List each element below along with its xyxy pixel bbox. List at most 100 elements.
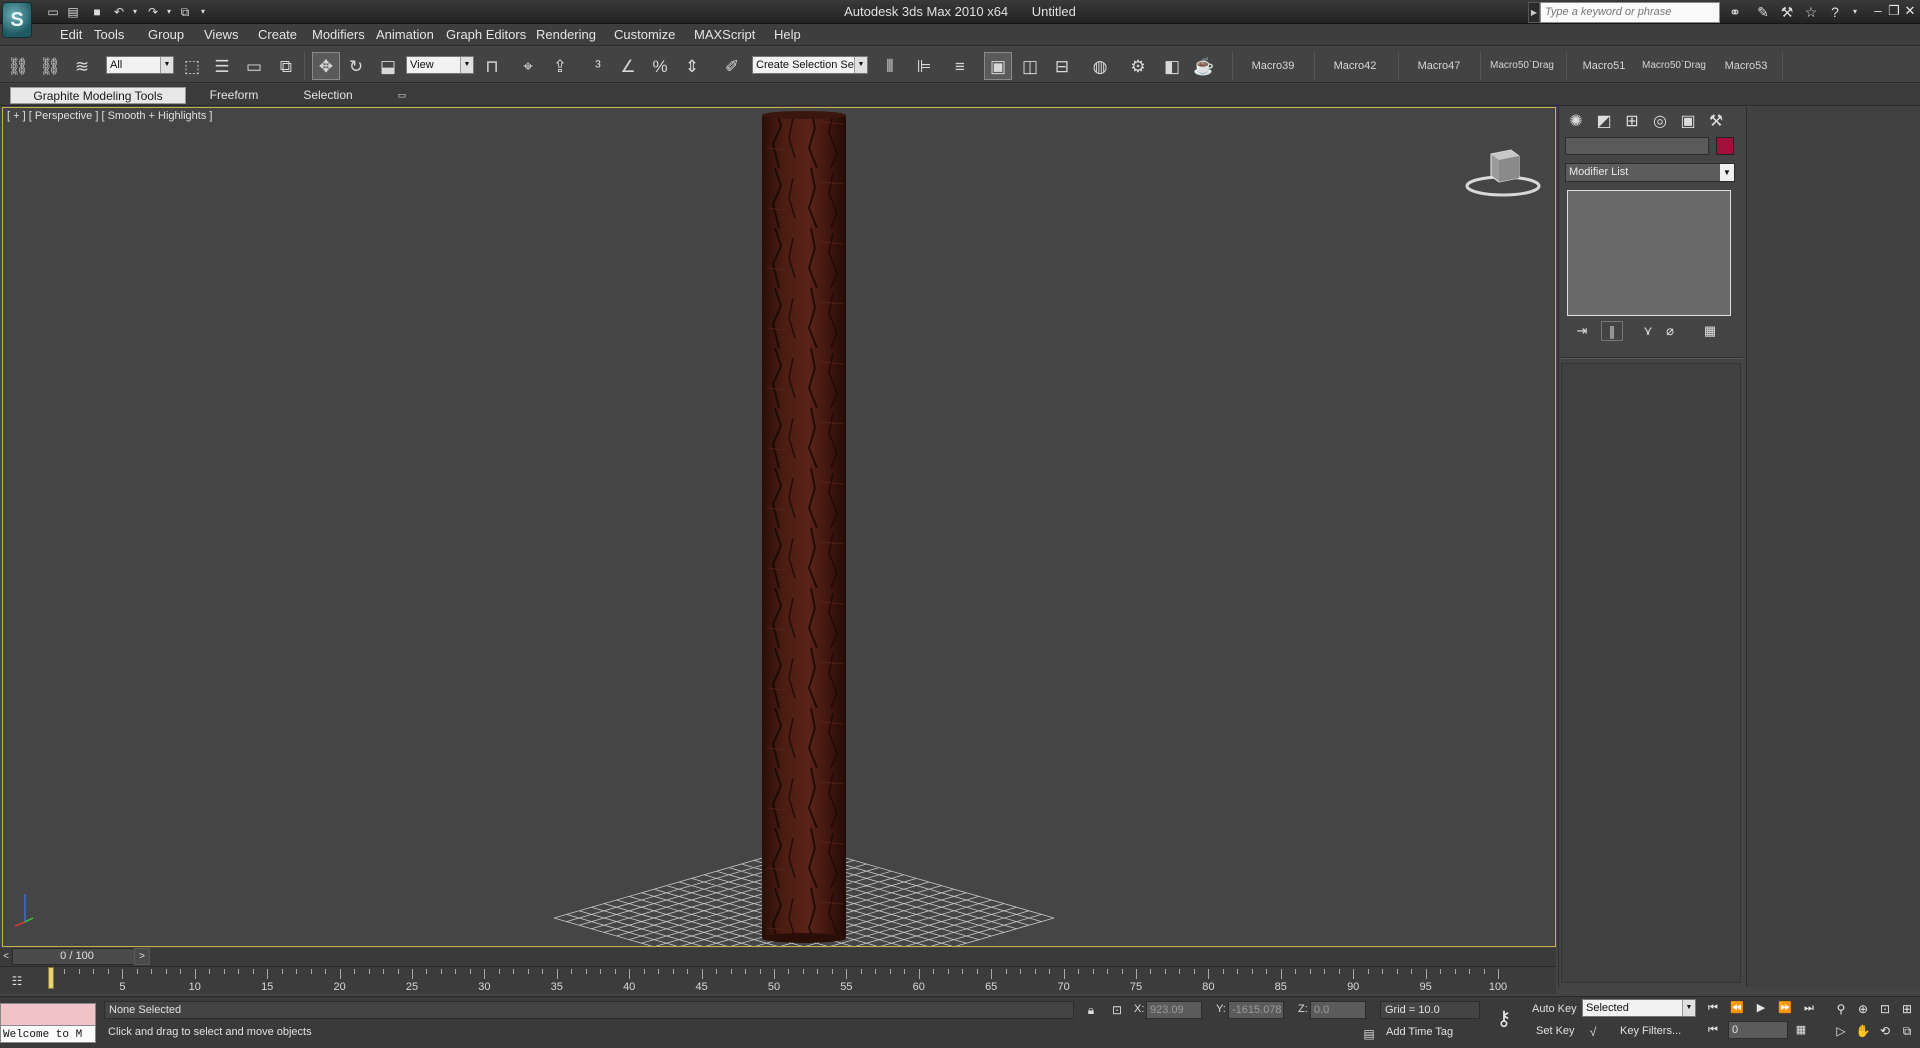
favorites-icon[interactable]: ☆ <box>1800 2 1822 22</box>
align-icon[interactable]: ⊫ <box>910 52 938 80</box>
save-icon[interactable]: ■ <box>88 3 106 21</box>
macro-button-50-drag[interactable]: Macro50`Drag <box>1484 55 1560 77</box>
object-name-field[interactable] <box>1565 137 1709 155</box>
minimize-icon[interactable]: – <box>1870 2 1886 20</box>
help-icon[interactable]: ? <box>1824 2 1846 22</box>
current-time-marker[interactable] <box>48 967 54 989</box>
layer-manager-icon[interactable]: ≡ <box>946 52 974 80</box>
select-and-move-icon[interactable]: ✥ <box>312 52 340 80</box>
hierarchy-icon[interactable]: ⊞ <box>1619 110 1645 134</box>
time-configuration-icon[interactable]: ▦ <box>1790 1021 1812 1039</box>
y-coordinate-field[interactable]: -1615.078 <box>1228 1001 1284 1019</box>
utilities-icon[interactable]: ⚒ <box>1703 110 1729 134</box>
schematic-view-icon[interactable]: ⊟ <box>1048 52 1076 80</box>
macro-button-51[interactable]: Macro51 <box>1572 55 1636 77</box>
key-icon[interactable]: ⚷ <box>1490 1005 1518 1033</box>
key-filters-button[interactable]: Key Filters... <box>1620 1025 1681 1037</box>
spinner-snap-icon[interactable]: ⇕ <box>678 52 706 80</box>
menu-modifiers[interactable]: Modifiers <box>304 26 373 44</box>
menu-graph-editors[interactable]: Graph Editors <box>438 26 534 44</box>
menu-customize[interactable]: Customize <box>606 26 683 44</box>
rendered-frame-window-icon[interactable]: ◧ <box>1158 52 1186 80</box>
modify-icon[interactable]: ◩ <box>1591 110 1617 134</box>
motion-icon[interactable]: ◎ <box>1647 110 1673 134</box>
search-input[interactable]: Type a keyword or phrase <box>1540 2 1720 23</box>
unlink-selection-icon[interactable]: ⛓ <box>36 52 64 80</box>
set-key-icon[interactable]: √ <box>1584 1023 1602 1041</box>
zoom-all-icon[interactable]: ⊕ <box>1852 999 1874 1019</box>
selection-lock-icon[interactable]: 🔒︎ <box>1082 1001 1100 1019</box>
viewcube[interactable] <box>1463 142 1543 202</box>
menu-animation[interactable]: Animation <box>368 26 442 44</box>
maximize-viewport-icon[interactable]: ⧉ <box>1896 1021 1918 1041</box>
field-of-view-icon[interactable]: ▷ <box>1830 1021 1852 1041</box>
time-slider-thumb[interactable]: 0 / 100 <box>12 948 142 965</box>
close-icon[interactable]: ✕ <box>1902 2 1918 20</box>
tab-freeform[interactable]: Freeform <box>196 87 272 104</box>
configure-modifier-sets-icon[interactable]: ▦ <box>1699 321 1721 341</box>
key-mode-toggle-icon[interactable]: ⏮ <box>1702 1021 1724 1039</box>
material-editor-icon[interactable]: ◍ <box>1086 52 1114 80</box>
communication-center-icon[interactable]: ⚒ <box>1776 2 1798 22</box>
key-mode-select[interactable]: Selected ▼ <box>1582 999 1696 1017</box>
add-time-tag-button[interactable]: Add Time Tag <box>1360 1023 1490 1041</box>
selection-filter-select[interactable]: All ▼ <box>106 56 174 74</box>
graphite-modeling-toggle-icon[interactable]: ▣ <box>984 52 1012 80</box>
auto-key-button[interactable]: Auto Key <box>1532 1003 1577 1015</box>
maxscript-listener-text[interactable]: Welcome to M <box>0 1025 96 1043</box>
keyboard-shortcut-override-icon[interactable]: ⇪ <box>546 52 574 80</box>
menu-group[interactable]: Group <box>140 26 192 44</box>
mini-curve-editor-icon[interactable]: ☷ <box>6 973 28 989</box>
modifier-stack[interactable] <box>1567 190 1731 316</box>
search-expand-icon[interactable]: ▶ <box>1528 2 1540 23</box>
display-icon[interactable]: ▣ <box>1675 110 1701 134</box>
select-and-rotate-icon[interactable]: ↻ <box>342 52 370 80</box>
ribbon-minimize-icon[interactable]: ▭ <box>394 87 410 104</box>
time-slider-next-button[interactable]: > <box>134 948 150 965</box>
perspective-viewport[interactable]: [ + ] [ Perspective ] [ Smooth + Highlig… <box>2 107 1556 947</box>
angle-snap-icon[interactable]: ∠ <box>614 52 642 80</box>
absolute-mode-icon[interactable]: ⊡ <box>1108 1001 1126 1019</box>
binoculars-icon[interactable]: ⚭ <box>1724 2 1746 22</box>
show-end-result-icon[interactable]: ∥ <box>1601 321 1623 341</box>
go-to-start-icon[interactable]: ⏮ <box>1702 999 1724 1017</box>
pan-view-icon[interactable]: ✋ <box>1852 1021 1874 1041</box>
subscription-center-icon[interactable]: ✎ <box>1752 2 1774 22</box>
make-unique-icon[interactable]: ⋎ <box>1637 321 1659 341</box>
object-color-swatch[interactable] <box>1716 137 1734 155</box>
menu-create[interactable]: Create <box>250 26 305 44</box>
macro-button-47[interactable]: Macro47 <box>1406 55 1472 77</box>
render-production-icon[interactable]: ☕ <box>1190 52 1218 80</box>
select-and-scale-icon[interactable]: ⬓ <box>374 52 402 80</box>
macro-button-50-drag-2[interactable]: Macro50`Drag <box>1636 55 1712 77</box>
track-bar[interactable]: ☷ 5 10 15 20 25 30 35 40 45 50 55 60 65 70 75 80 85 90 95 1… <box>0 966 1556 994</box>
set-key-button[interactable]: Set Key <box>1536 1025 1575 1037</box>
x-coordinate-field[interactable]: 923.09 <box>1146 1001 1202 1019</box>
pin-stack-icon[interactable]: ⇥ <box>1571 321 1593 341</box>
time-slider-prev-button[interactable]: < <box>0 948 12 965</box>
go-to-end-icon[interactable]: ⏭ <box>1798 999 1820 1017</box>
menu-maxscript[interactable]: MAXScript <box>686 26 763 44</box>
time-slider[interactable]: < 0 / 100 > <box>0 948 1556 966</box>
pivot-center-icon[interactable]: ⊓ <box>478 52 506 80</box>
orbit-icon[interactable]: ⟲ <box>1874 1021 1896 1041</box>
macro-button-42[interactable]: Macro42 <box>1322 55 1388 77</box>
next-frame-icon[interactable]: ⏩ <box>1774 999 1796 1017</box>
app-logo-icon[interactable]: S <box>2 2 32 38</box>
macro-button-39[interactable]: Macro39 <box>1240 55 1306 77</box>
select-and-link-icon[interactable]: ⛓ <box>4 52 32 80</box>
track-ruler[interactable]: 5 10 15 20 25 30 35 40 45 50 55 60 65 70 75 80 85 90 95 100 <box>50 969 1507 995</box>
z-coordinate-field[interactable]: 0.0 <box>1310 1001 1366 1019</box>
remove-modifier-icon[interactable]: ⌀ <box>1659 321 1681 341</box>
project-folder-icon[interactable]: ⧉ <box>176 3 194 21</box>
tab-graphite-modeling-tools[interactable]: Graphite Modeling Tools <box>10 87 186 104</box>
curve-editor-icon[interactable]: ◫ <box>1016 52 1044 80</box>
mirror-icon[interactable]: ⫴ <box>876 52 904 80</box>
menu-rendering[interactable]: Rendering <box>528 26 604 44</box>
zoom-extents-icon[interactable]: ⊡ <box>1874 999 1896 1019</box>
modifier-list-select[interactable]: Modifier List ▼ <box>1565 163 1735 182</box>
select-object-icon[interactable]: ⬚ <box>178 52 206 80</box>
quick-access-dropdown-icon[interactable]: ▾ <box>194 3 212 21</box>
edit-named-selection-icon[interactable]: ✐ <box>718 52 746 80</box>
window-crossing-icon[interactable]: ⧉ <box>272 52 300 80</box>
